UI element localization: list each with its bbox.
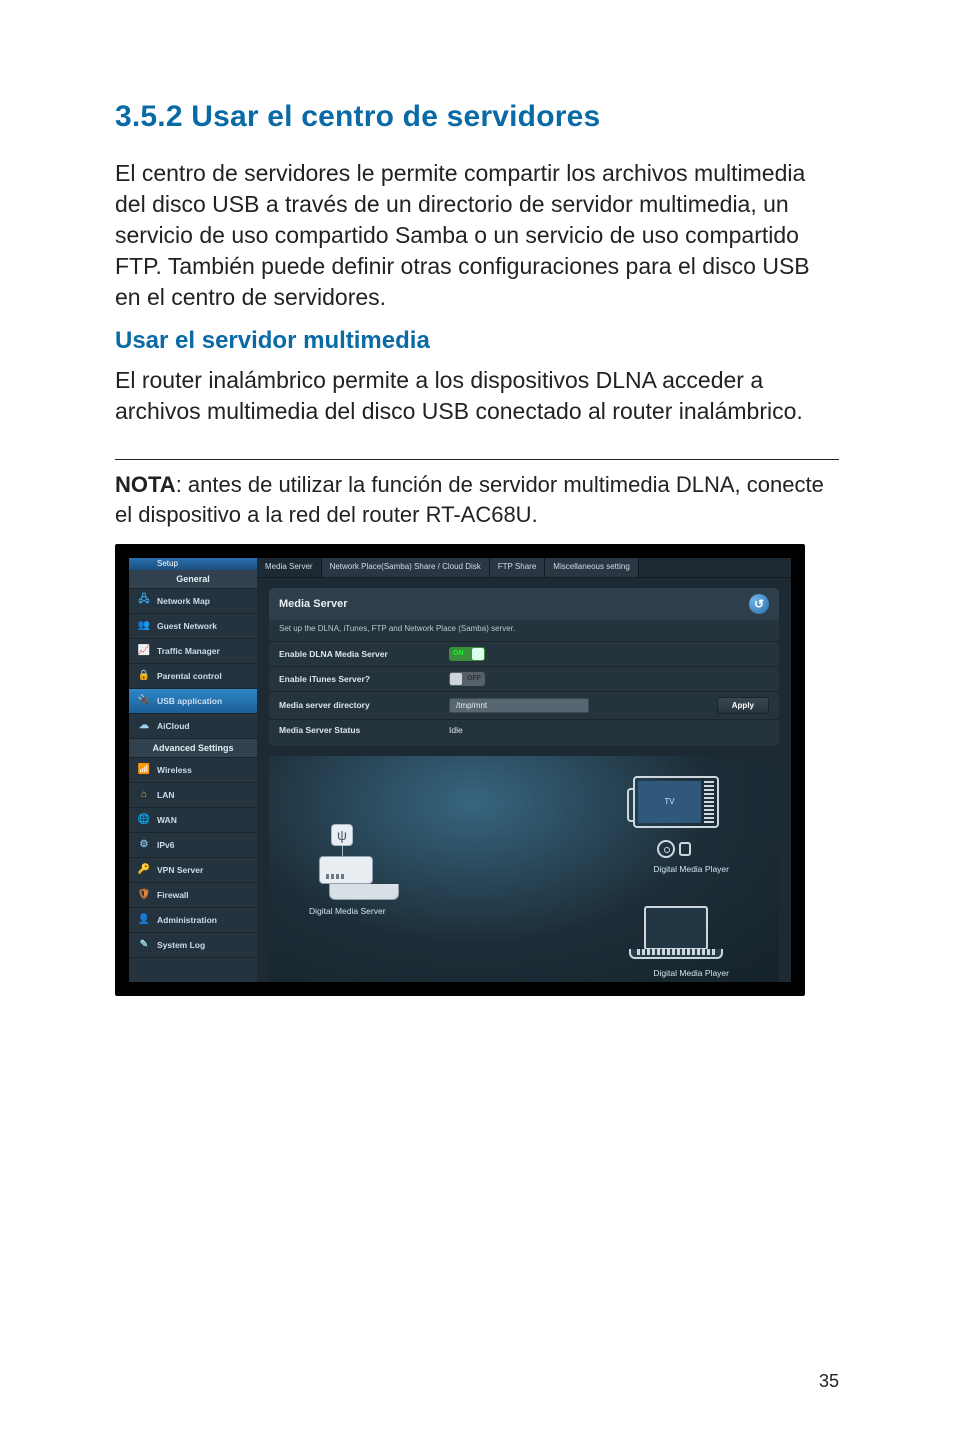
label-enable-dlna: Enable DLNA Media Server [279,649,449,659]
sidebar-item-icon: ☁ [137,719,151,733]
sidebar-item-traffic-manager[interactable]: 📈 Traffic Manager [129,639,257,664]
tab-network-place-samba-share-cloud-disk[interactable]: Network Place(Samba) Share / Cloud Disk [322,558,490,577]
label-dms: Digital Media Server [309,906,386,916]
tab-bar: Media ServerNetwork Place(Samba) Share /… [257,558,791,578]
sidebar-item-administration[interactable]: 👤 Administration [129,908,257,933]
refresh-icon[interactable]: ↺ [749,594,769,614]
sidebar-item-icon: ✎ [137,938,151,952]
router-base [329,884,399,900]
note: NOTA: antes de utilizar la función de se… [115,470,839,529]
tv-screen-label: TV [638,781,701,823]
main-panel: Media ServerNetwork Place(Samba) Share /… [257,558,791,982]
row-status: Media Server Status Idle [269,719,779,740]
sidebar-item-icon: 🛡 [137,888,151,902]
sidebar-item-icon: 👤 [137,913,151,927]
label-dmp-top: Digital Media Player [653,864,729,874]
sidebar-item-icon: 🖧 [137,594,151,608]
sidebar: Setup General 🖧 Network Map 👥 Guest Network… [129,558,257,982]
sidebar-item-icon: 📈 [137,644,151,658]
sidebar-item-label: LAN [157,790,174,800]
sidebar-item-label: System Log [157,940,205,950]
sidebar-item-wan[interactable]: 🌐 WAN [129,808,257,833]
sidebar-item-label: WAN [157,815,177,825]
manual-page: 3.5.2 Usar el centro de servidores El ce… [0,0,954,1438]
section-title: 3.5.2 Usar el centro de servidores [115,100,839,134]
sidebar-item-network-map[interactable]: 🖧 Network Map [129,589,257,614]
label-directory: Media server directory [279,700,449,710]
sidebar-header-general: General [129,570,257,589]
note-label: NOTA [115,472,176,497]
sidebar-item-vpn-server[interactable]: 🔑 VPN Server [129,858,257,883]
sidebar-item-guest-network[interactable]: 👥 Guest Network [129,614,257,639]
sidebar-item-icon: ⚙ [137,838,151,852]
paragraph-media: El router inalámbrico permite a los disp… [115,365,839,427]
note-text: : antes de utilizar la función de servid… [115,472,824,527]
router-admin-screenshot: Setup General 🖧 Network Map 👥 Guest Network… [115,544,805,996]
sidebar-item-icon: 👥 [137,619,151,633]
apply-button[interactable]: Apply [717,697,769,714]
tab-miscellaneous-setting[interactable]: Miscellaneous setting [545,558,638,577]
horizontal-rule [115,459,839,460]
media-player-icon [657,840,693,858]
tv-icon: TV [633,776,719,828]
panel-title: Media Server [279,598,347,610]
sidebar-item-label: Wireless [157,765,192,775]
paragraph-intro: El centro de servidores le permite compa… [115,158,839,313]
sidebar-item-firewall[interactable]: 🛡 Firewall [129,883,257,908]
panel-subtitle: Set up the DLNA, iTunes, FTP and Network… [269,620,779,641]
toggle-dlna[interactable]: ON [449,647,485,661]
sidebar-item-wireless[interactable]: 📶 Wireless [129,758,257,783]
row-enable-dlna: Enable DLNA Media Server ON [269,641,779,666]
row-directory: Media server directory /tmp/mnt Apply [269,691,779,719]
label-status: Media Server Status [279,725,449,735]
row-enable-itunes: Enable iTunes Server? OFF [269,666,779,691]
sidebar-item-label: Firewall [157,890,189,900]
sidebar-item-parental-control[interactable]: 🔒 Parental control [129,664,257,689]
page-number: 35 [819,1371,839,1392]
sidebar-item-ipv6[interactable]: ⚙ IPv6 [129,833,257,858]
input-directory[interactable]: /tmp/mnt [449,698,589,713]
media-server-panel: Media Server ↺ Set up the DLNA, iTunes, … [269,588,779,746]
sidebar-header-advanced: Advanced Settings [129,739,257,758]
sidebar-item-icon: 📶 [137,763,151,777]
sidebar-item-label: AiCloud [157,721,190,731]
antenna-icon: ψ [331,824,353,846]
sidebar-item-label: Parental control [157,671,222,681]
sidebar-item-usb-application[interactable]: 🔌 USB application [129,689,257,714]
sidebar-item-label: Administration [157,915,217,925]
router-icon [319,856,373,884]
sidebar-item-label: Network Map [157,596,210,606]
label-enable-itunes: Enable iTunes Server? [279,674,449,684]
tab-media-server[interactable]: Media Server [257,558,322,577]
sidebar-item-icon: 🔌 [137,694,151,708]
sidebar-item-system-log[interactable]: ✎ System Log [129,933,257,958]
sidebar-item-label: IPv6 [157,840,175,850]
toggle-itunes[interactable]: OFF [449,672,485,686]
sidebar-item-label: VPN Server [157,865,203,875]
sidebar-item-icon: ⌂ [137,788,151,802]
sidebar-item-label: Traffic Manager [157,646,220,656]
sidebar-item-label: USB application [157,696,222,706]
label-dmp-bottom: Digital Media Player [653,968,729,978]
quick-setup-strip[interactable]: Setup [129,558,257,570]
topology-diagram: ψ Digital Media Server TV Digital Media … [269,756,779,986]
sidebar-item-label: Guest Network [157,621,217,631]
sidebar-item-icon: 🌐 [137,813,151,827]
sidebar-item-icon: 🔑 [137,863,151,877]
laptop-icon [629,906,723,959]
sidebar-item-aicloud[interactable]: ☁ AiCloud [129,714,257,739]
sidebar-item-icon: 🔒 [137,669,151,683]
sidebar-item-lan[interactable]: ⌂ LAN [129,783,257,808]
subsection-title: Usar el servidor multimedia [115,327,839,355]
status-value: Idle [449,725,463,735]
tab-ftp-share[interactable]: FTP Share [490,558,546,577]
